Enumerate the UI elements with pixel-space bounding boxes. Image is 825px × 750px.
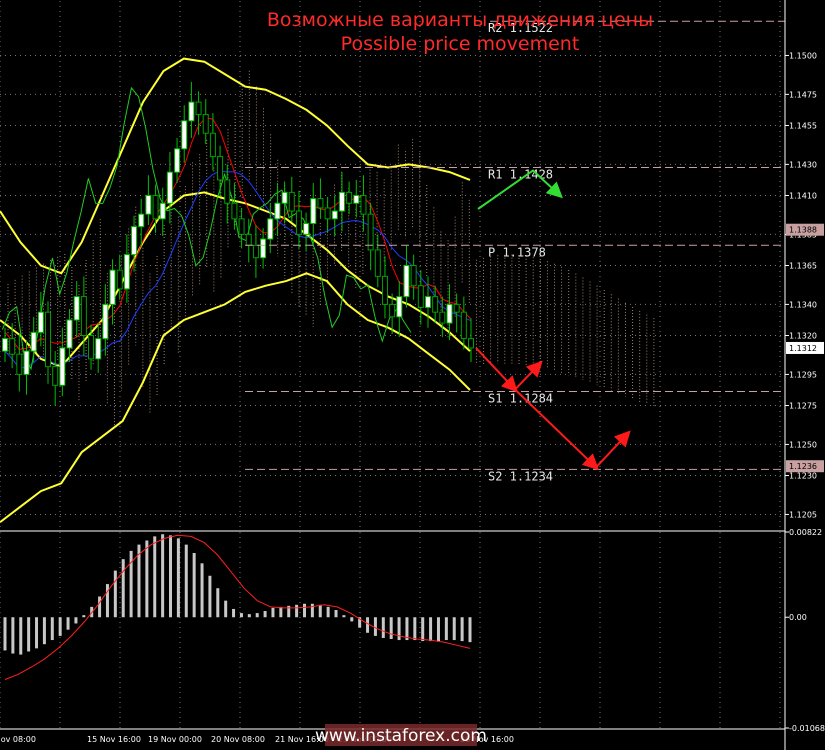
candle-body <box>73 296 80 321</box>
candle-body <box>102 303 109 340</box>
candle-body <box>389 303 396 318</box>
time-tick-label: 14 Nov 08:00 <box>0 735 36 744</box>
candle-body <box>166 171 173 204</box>
candle-body <box>468 338 474 349</box>
price-tick-label: 1.1455 <box>789 121 817 130</box>
price-tick-label: 1.1430 <box>789 160 817 169</box>
candle-body <box>453 303 460 313</box>
candle-body <box>460 311 467 340</box>
candle-body <box>202 114 209 134</box>
price-tick-label: 1.1320 <box>789 332 817 341</box>
candle-body <box>231 202 238 220</box>
candle-body <box>432 296 439 313</box>
candle-body <box>95 338 102 360</box>
candle-body <box>439 311 446 324</box>
candle-body <box>45 311 52 368</box>
candle-body <box>181 120 188 150</box>
price-tick-label: 1.1365 <box>789 262 817 271</box>
candle-body <box>338 191 345 212</box>
candle-body <box>217 156 224 181</box>
price-tick-label: 1.1205 <box>789 510 817 519</box>
candle-body <box>381 275 388 305</box>
candle-body <box>159 202 166 220</box>
candle-body <box>88 335 95 360</box>
chart-title-ru: Возможные варианты движения цены <box>267 9 653 31</box>
chart-title-en: Possible price movement <box>341 33 580 55</box>
watermark: www.instaforex.com <box>315 724 487 746</box>
chart-background <box>0 0 825 750</box>
time-tick-label: 19 Nov 00:00 <box>148 735 202 744</box>
candle-body <box>310 198 317 224</box>
candle-body <box>410 265 417 287</box>
candle-body <box>260 238 267 259</box>
candle-body <box>417 285 424 309</box>
candle-body <box>303 222 310 235</box>
candle-body <box>252 244 259 259</box>
candle-body <box>123 254 130 290</box>
candle-body <box>66 319 73 349</box>
candle-body <box>324 207 331 220</box>
candle-body <box>37 311 44 333</box>
price-tag-label: 1.1312 <box>789 344 817 353</box>
candle-body <box>23 350 30 375</box>
time-tick-label: 20 Nov 08:00 <box>211 735 265 744</box>
candle-body <box>446 303 453 324</box>
level-label-p: P 1.1378 <box>488 245 546 259</box>
candle-body <box>403 265 410 298</box>
candle-body <box>80 296 87 337</box>
candle-body <box>360 194 367 215</box>
candle-body <box>274 202 281 220</box>
price-tick-label: 1.1340 <box>789 300 817 309</box>
candle-body <box>346 191 353 204</box>
candle-body <box>16 353 23 375</box>
candle-body <box>238 218 245 235</box>
candle-body <box>317 198 324 209</box>
candle-body <box>174 148 181 173</box>
candle-body <box>2 338 8 352</box>
candle-body <box>424 296 431 309</box>
price-tick-label: 1.1250 <box>789 440 817 449</box>
candle-body <box>209 132 216 158</box>
candle-body <box>116 269 123 290</box>
candle-body <box>52 366 59 386</box>
candle-body <box>267 218 274 240</box>
candle-body <box>331 210 338 220</box>
candle-body <box>188 101 195 122</box>
level-label-s2: S2 1.1234 <box>488 469 553 483</box>
candle-body <box>281 191 288 204</box>
candle-body <box>30 331 37 352</box>
candle-body <box>195 101 202 116</box>
candle-body <box>131 226 138 256</box>
candle-body <box>245 233 252 246</box>
candle-body <box>224 179 231 204</box>
price-tag-label: 1.1236 <box>789 462 817 471</box>
candle-body <box>353 194 360 204</box>
candle-body <box>367 213 374 251</box>
candle-body <box>288 191 295 212</box>
candle-body <box>295 210 302 235</box>
price-tick-label: 1.1475 <box>789 90 817 99</box>
price-tick-label: 1.1295 <box>789 370 817 379</box>
price-tick-label: 1.1230 <box>789 472 817 481</box>
forex-chart: R2 1.1522R1 1.1428P 1.1378S1 1.1284S2 1.… <box>0 0 825 750</box>
candle-body <box>109 269 116 305</box>
candle-body <box>396 296 403 318</box>
macd-tick-label: 0.00822 <box>789 528 822 537</box>
candle-body <box>152 194 159 220</box>
candle-body <box>138 213 145 228</box>
candle-body <box>145 194 152 215</box>
time-tick-label: 15 Nov 16:00 <box>87 735 141 744</box>
price-tick-label: 1.1275 <box>789 402 817 411</box>
price-tick-label: 1.1410 <box>789 191 817 200</box>
macd-tick-label: -0.01068 <box>789 724 825 733</box>
price-tag-label: 1.1388 <box>789 226 817 235</box>
candle-body <box>9 338 16 355</box>
candle-body <box>374 249 381 277</box>
price-tick-label: 1.1500 <box>789 51 817 60</box>
candle-body <box>59 347 66 386</box>
watermark-text: www.instaforex.com <box>315 726 487 746</box>
macd-tick-label: 0.00 <box>789 613 807 622</box>
